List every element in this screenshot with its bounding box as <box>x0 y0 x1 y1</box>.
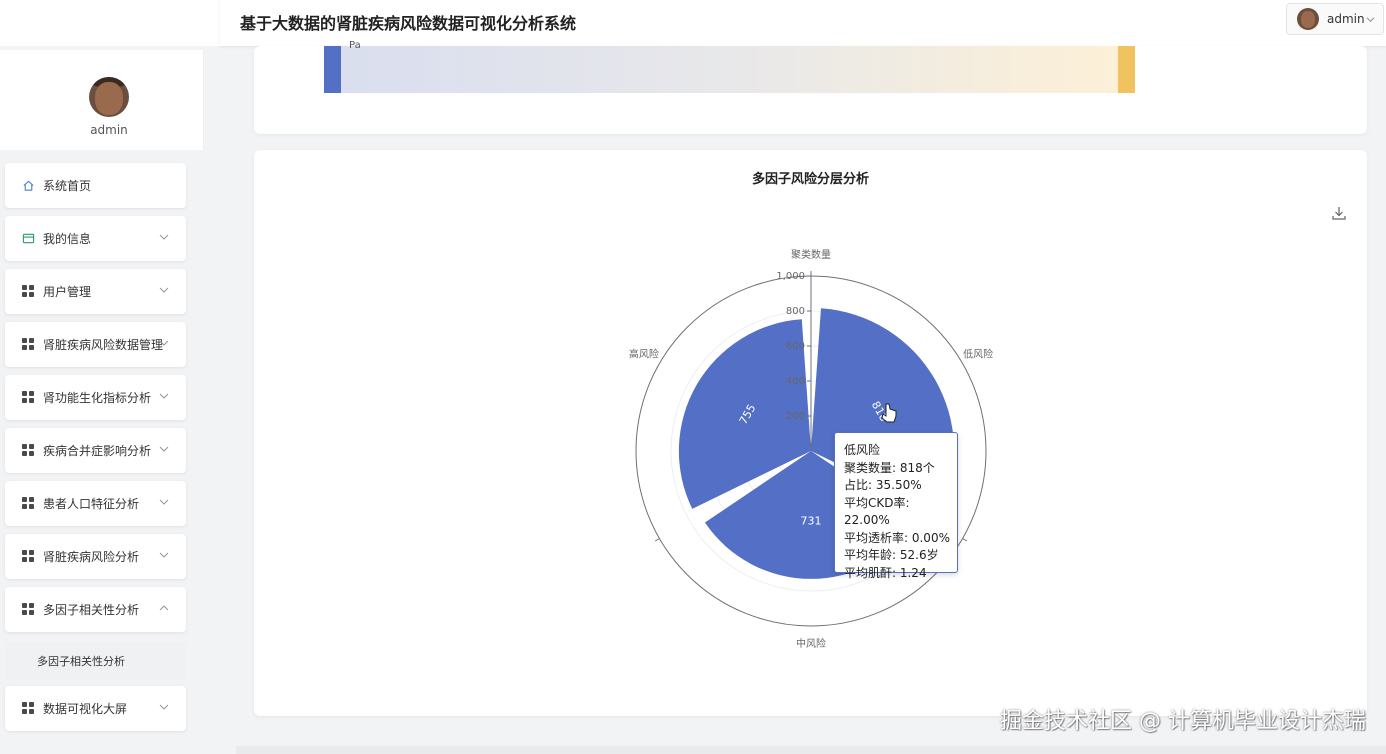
sidebar-item-label: 数据可视化大屏 <box>43 702 128 716</box>
chevron-down-icon <box>159 340 169 346</box>
grid-icon <box>22 497 35 510</box>
sidebar-item-label: 患者人口特征分析 <box>43 497 140 511</box>
sidebar-item-6[interactable]: 患者人口特征分析 <box>5 481 186 526</box>
chevron-down-icon <box>159 446 169 452</box>
sidebar-item-8[interactable]: 多因子相关性分析 <box>5 587 186 632</box>
chevron-down-icon <box>159 287 169 293</box>
gradient-chart-card: Pa <box>254 40 1367 134</box>
sidebar-item-label: 系统首页 <box>43 179 92 193</box>
main-content: Pa 多因子风险分层分析 <box>236 40 1386 754</box>
sidebar-item-4[interactable]: 肾功能生化指标分析 <box>5 375 186 420</box>
grid-icon <box>22 702 35 715</box>
tooltip-line: 平均肌酐: 1.24 <box>844 565 927 580</box>
id-card-icon <box>22 233 35 244</box>
tooltip-line: 占比: 35.50% <box>844 478 922 492</box>
chevron-down-icon <box>1366 17 1375 23</box>
user-menu-button[interactable]: admin <box>1286 3 1384 35</box>
tooltip-line: 聚类数量: 818个 <box>844 460 935 475</box>
avatar[interactable] <box>89 77 129 117</box>
chevron-down-icon <box>159 234 169 240</box>
sidebar-subitem-multifactor-correlation[interactable]: 多因子相关性分析 <box>5 642 186 680</box>
grid-icon <box>22 391 35 404</box>
grid-icon <box>22 444 35 457</box>
gradient-label: Pa <box>349 40 361 51</box>
user-name: admin <box>1327 12 1365 26</box>
sidebar: admin 系统首页我的信息用户管理肾脏疾病风险数据管理 肾功能生化指标分析 疾病合… <box>0 0 204 754</box>
tooltip-line: 平均CKD率: 22.00% <box>844 495 910 528</box>
download-icon[interactable] <box>1331 205 1347 221</box>
user-avatar <box>1297 8 1319 30</box>
tooltip-line: 平均透析率: 0.00% <box>844 530 950 545</box>
bottom-divider <box>236 746 1386 754</box>
top-bar: 基于大数据的肾脏疾病风险数据可视化分析系统 admin <box>220 0 1386 46</box>
sidebar-item-label: 我的信息 <box>43 232 92 246</box>
sidebar-item-label: 用户管理 <box>43 285 92 299</box>
chevron-down-icon <box>159 704 169 710</box>
grid-icon <box>22 603 35 616</box>
grid-icon <box>22 550 35 563</box>
sidebar-item-3[interactable]: 肾脏疾病风险数据管理 <box>5 322 186 367</box>
sidebar-item-label: 疾病合并症影响分析 <box>43 444 152 458</box>
grid-icon <box>22 285 35 298</box>
sidebar-item-9[interactable]: 数据可视化大屏 <box>5 686 186 731</box>
sidebar-header <box>0 0 220 46</box>
sidebar-item-7[interactable]: 肾脏疾病风险分析 <box>5 534 186 579</box>
app-title: 基于大数据的肾脏疾病风险数据可视化分析系统 <box>240 14 577 33</box>
grid-icon <box>22 338 35 351</box>
tooltip-line: 平均年龄: 52.6岁 <box>844 548 939 562</box>
sidebar-item-label: 肾脏疾病风险数据管理 <box>43 338 164 352</box>
tooltip-title: 低风险 <box>844 443 881 457</box>
chevron-down-icon <box>159 393 169 399</box>
profile-name: admin <box>90 123 128 137</box>
chevron-up-icon <box>159 605 169 611</box>
sidebar-item-1[interactable]: 我的信息 <box>5 216 186 261</box>
watermark: 掘金技术社区 @ 计算机毕业设计杰瑞 <box>1000 709 1366 734</box>
sidebar-item-0[interactable]: 系统首页 <box>5 163 186 208</box>
gradient-legend-bar: Pa <box>324 40 1135 93</box>
chart-tooltip: 低风险 聚类数量: 818个 占比: 35.50% 平均CKD率: 22.00%… <box>834 432 958 580</box>
sidebar-item-label: 肾脏疾病风险分析 <box>43 550 140 564</box>
sidebar-item-5[interactable]: 疾病合并症影响分析 <box>5 428 186 473</box>
chart-card: 多因子风险分层分析 <box>254 150 1367 716</box>
chevron-down-icon <box>159 499 169 505</box>
sidebar-item-label: 肾功能生化指标分析 <box>43 391 152 405</box>
sidebar-item-label: 多因子相关性分析 <box>43 603 140 617</box>
profile-card: admin <box>0 50 204 150</box>
chevron-down-icon <box>159 552 169 558</box>
sidebar-item-2[interactable]: 用户管理 <box>5 269 186 314</box>
chart-title: 多因子风险分层分析 <box>751 172 869 187</box>
home-icon <box>23 180 34 191</box>
